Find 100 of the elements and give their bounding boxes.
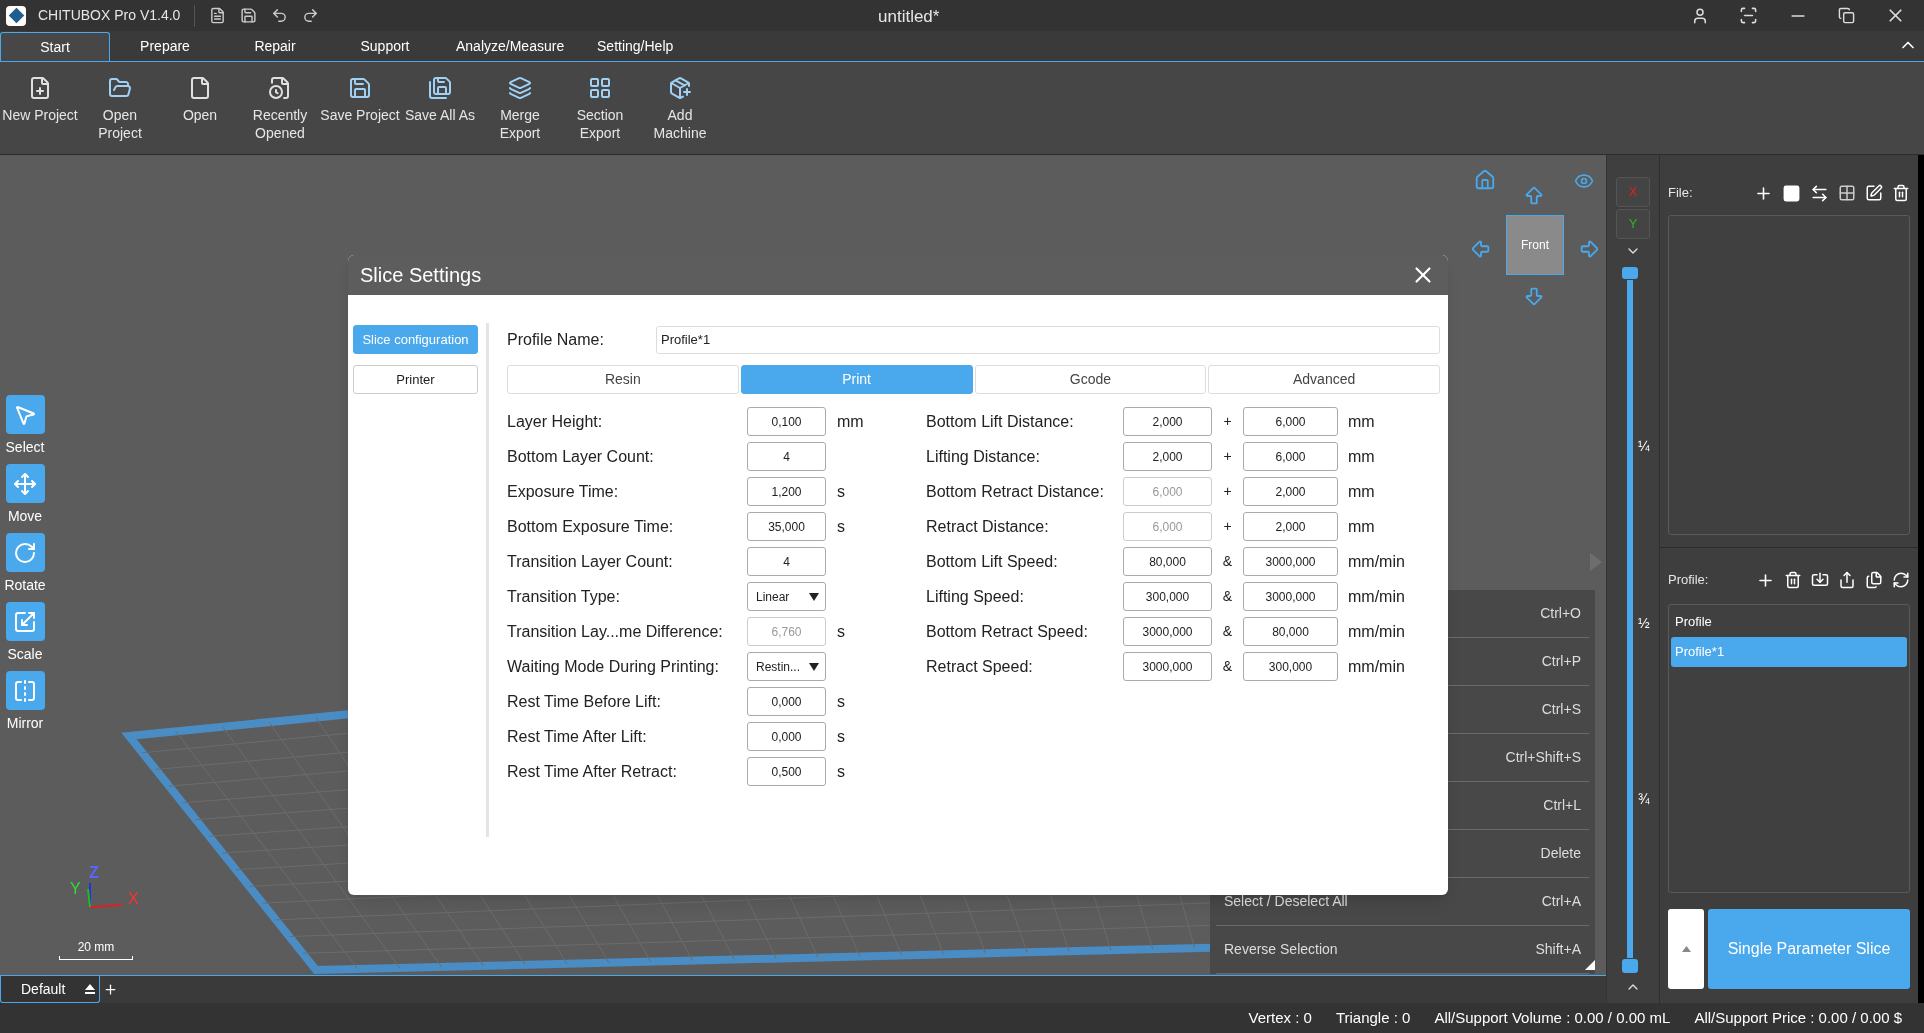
- status-text: Vertex : 0: [1248, 1007, 1312, 1028]
- param-field[interactable]: 300,000: [1243, 652, 1338, 681]
- param-field[interactable]: 2,000: [1123, 407, 1212, 436]
- swap-icon[interactable]: [1810, 183, 1829, 203]
- scale-icon: [13, 609, 37, 634]
- param-field[interactable]: 0,000: [747, 687, 826, 716]
- param-field[interactable]: 2,000: [1123, 442, 1212, 471]
- unit-label: mm: [1348, 481, 1375, 502]
- arrow-down-icon[interactable]: [1523, 285, 1545, 307]
- grid-icon[interactable]: [1838, 184, 1856, 202]
- dialog-title: Slice Settings: [360, 263, 482, 288]
- slider-thumb[interactable]: [1622, 959, 1638, 973]
- document-icon[interactable]: [209, 7, 227, 24]
- new-file-icon: [28, 76, 52, 100]
- layer-tab[interactable]: Default: [0, 976, 100, 1003]
- ribbon-button[interactable]: Open: [160, 76, 240, 124]
- profile-name-field[interactable]: Profile*1: [656, 325, 1440, 354]
- arrow-right-icon[interactable]: [1578, 238, 1600, 260]
- user-icon[interactable]: [1691, 6, 1709, 25]
- layers-icon: [508, 76, 532, 100]
- refresh-icon[interactable]: [1892, 571, 1910, 589]
- folder-icon: [108, 76, 132, 100]
- param-field[interactable]: 4: [747, 547, 826, 576]
- unit-label: mm/min: [1348, 621, 1405, 642]
- save-icon[interactable]: [240, 7, 258, 24]
- param-field[interactable]: 2,000: [1243, 477, 1338, 506]
- restore-icon[interactable]: [1838, 7, 1855, 24]
- menu-tab[interactable]: Support: [330, 32, 440, 61]
- ribbon-button[interactable]: Save Project: [320, 76, 400, 124]
- param-field[interactable]: 80,000: [1123, 547, 1212, 576]
- scale-label: 20 mm: [77, 939, 115, 956]
- menu-tab[interactable]: Start: [0, 32, 110, 61]
- side-tab[interactable]: Printer: [353, 365, 478, 394]
- ribbon-button[interactable]: Open Project: [80, 76, 160, 142]
- param-field[interactable]: 3000,000: [1123, 617, 1212, 646]
- param-field[interactable]: 300,000: [1123, 582, 1212, 611]
- joiner-label: &: [1221, 587, 1234, 606]
- param-field[interactable]: 4: [747, 442, 826, 471]
- settings-tab[interactable]: Gcode: [974, 365, 1207, 394]
- square-icon[interactable]: [1782, 183, 1801, 203]
- menu-tab[interactable]: Setting/Help: [580, 32, 691, 61]
- axis-button[interactable]: Y: [1616, 209, 1650, 239]
- export-icon[interactable]: [1838, 571, 1856, 589]
- ribbon-button[interactable]: Merge Export: [480, 76, 560, 142]
- ribbon-button[interactable]: Save All As: [400, 76, 480, 124]
- ribbon-button[interactable]: Add Machine: [640, 76, 720, 142]
- param-dropdown[interactable]: Linear: [747, 582, 826, 611]
- param-label: Rest Time After Retract:: [507, 761, 678, 782]
- param-label: Lifting Speed:: [926, 586, 1025, 607]
- settings-tab[interactable]: Advanced: [1208, 365, 1440, 394]
- undo-icon[interactable]: [271, 7, 289, 24]
- arrow-left-icon[interactable]: [1470, 238, 1492, 260]
- app-logo-icon: [6, 5, 26, 26]
- param-field[interactable]: 3000,000: [1243, 547, 1338, 576]
- param-field[interactable]: 0,500: [747, 757, 826, 786]
- trash-icon[interactable]: [1892, 184, 1910, 202]
- menu-tab[interactable]: Prepare: [110, 32, 220, 61]
- copy-icon[interactable]: [1865, 571, 1883, 589]
- joiner-label: +: [1222, 517, 1233, 536]
- file-icon: [188, 76, 212, 100]
- param-field[interactable]: 0,100: [747, 407, 826, 436]
- param-dropdown[interactable]: Restin...: [747, 652, 826, 681]
- slider-mark: ¾: [1638, 790, 1650, 810]
- rotate-icon: [13, 540, 37, 565]
- menu-item[interactable]: Reverse Selection Shift+A: [1216, 926, 1589, 974]
- home-icon[interactable]: [1474, 169, 1496, 191]
- param-field[interactable]: 35,000: [747, 512, 826, 541]
- layer-slider-track[interactable]: [1627, 280, 1633, 958]
- unit-label: s: [837, 691, 845, 712]
- joiner-label: +: [1222, 482, 1233, 501]
- resize-grip-icon: [1585, 960, 1595, 970]
- param-field[interactable]: 80,000: [1243, 617, 1338, 646]
- param-field[interactable]: 1,200: [747, 477, 826, 506]
- screen-record-icon[interactable]: [1739, 6, 1758, 25]
- param-field[interactable]: 0,000: [747, 722, 826, 751]
- param-field[interactable]: 6,000: [1243, 407, 1338, 436]
- ribbon-button[interactable]: Recently Opened: [240, 76, 320, 142]
- unit-label: mm/min: [1348, 586, 1405, 607]
- profile-item[interactable]: Profile: [1671, 607, 1907, 637]
- add-tab-icon[interactable]: [103, 982, 118, 997]
- param-field[interactable]: 3000,000: [1123, 652, 1212, 681]
- param-label: Transition Lay...me Difference:: [507, 621, 724, 642]
- redo-icon[interactable]: [302, 7, 320, 24]
- param-field[interactable]: 6,000: [1243, 442, 1338, 471]
- status-text: Triangle : 0: [1335, 1007, 1411, 1028]
- param-field[interactable]: 3000,000: [1243, 582, 1338, 611]
- ribbon-button[interactable]: Section Export: [560, 76, 640, 142]
- edit-icon[interactable]: [1865, 184, 1883, 202]
- unit-label: mm/min: [1348, 656, 1405, 677]
- menu-tab[interactable]: Repair: [220, 32, 330, 61]
- param-field[interactable]: 2,000: [1243, 512, 1338, 541]
- arrow-up-icon[interactable]: [1523, 185, 1545, 207]
- slider-thumb[interactable]: [1622, 267, 1638, 279]
- settings-tab[interactable]: Resin: [507, 365, 739, 394]
- trash-icon[interactable]: [1784, 571, 1802, 589]
- import-icon[interactable]: [1811, 571, 1829, 589]
- unit-label: mm: [1348, 516, 1375, 537]
- eye-icon[interactable]: [1574, 171, 1594, 191]
- ribbon-button[interactable]: New Project: [0, 76, 80, 124]
- menu-tab[interactable]: Analyze/Measure: [440, 32, 581, 61]
